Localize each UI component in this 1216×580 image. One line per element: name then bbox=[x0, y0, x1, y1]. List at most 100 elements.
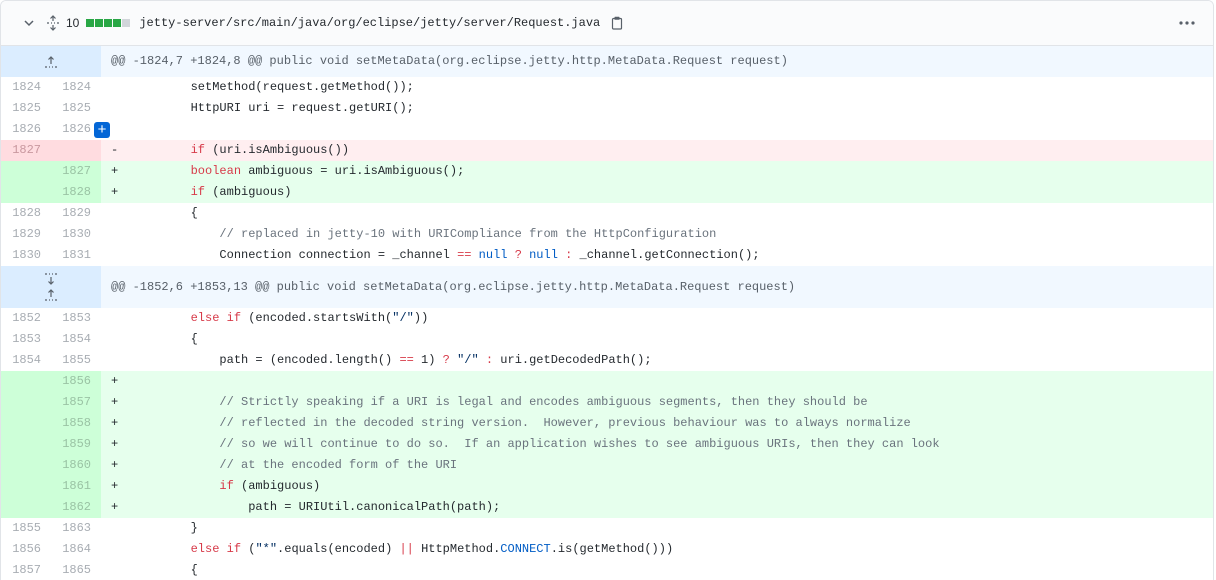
new-line-number[interactable]: 1830 bbox=[51, 224, 101, 245]
diffstat-block bbox=[104, 19, 113, 27]
new-line-number[interactable]: 1860 bbox=[51, 455, 101, 476]
new-line-number[interactable]: 1824 bbox=[51, 77, 101, 98]
diffstat-block bbox=[95, 19, 104, 27]
code-text: path = (encoded.length() == 1) ? "/" : u… bbox=[133, 353, 652, 367]
new-line-number[interactable]: 1854 bbox=[51, 329, 101, 350]
code-text: else if (encoded.startsWith("/")) bbox=[190, 311, 429, 325]
new-line-number[interactable]: 1827 bbox=[51, 161, 101, 182]
old-line-number[interactable]: 1826 bbox=[1, 119, 51, 140]
code-text: // Strictly speaking if a URI is legal a… bbox=[219, 395, 868, 409]
old-line-number[interactable] bbox=[1, 455, 51, 476]
code-text: // at the encoded form of the URI bbox=[219, 458, 458, 472]
code-text: boolean ambiguous = uri.isAmbiguous(); bbox=[190, 164, 465, 178]
diff-line-add: 1828 + if (ambiguous) bbox=[1, 182, 1213, 203]
new-line-number[interactable]: 1828 bbox=[51, 182, 101, 203]
code-text: setMethod(request.getMethod()); bbox=[133, 80, 414, 94]
old-line-number[interactable] bbox=[1, 434, 51, 455]
diff-line-add: 1859 + // so we will continue to do so. I… bbox=[1, 434, 1213, 455]
code-line: + bbox=[101, 371, 1213, 392]
old-line-number[interactable]: 1852 bbox=[1, 308, 51, 329]
change-count: 10 bbox=[66, 16, 80, 30]
old-line-number[interactable]: 1824 bbox=[1, 77, 51, 98]
code-line: } bbox=[101, 518, 1213, 539]
kebab-menu-icon[interactable] bbox=[1179, 15, 1195, 31]
diff-line-add: 1858 + // reflected in the decoded string… bbox=[1, 413, 1213, 434]
new-line-number[interactable]: 1826 + bbox=[51, 119, 110, 140]
code-text: // replaced in jetty-10 with URIComplian… bbox=[219, 227, 717, 241]
new-line-number[interactable]: 1861 bbox=[51, 476, 101, 497]
old-line-number[interactable] bbox=[1, 413, 51, 434]
diff-line-del: 1827 - if (uri.isAmbiguous()) bbox=[1, 140, 1213, 161]
diff-line-ctx: 1825 1825 HttpURI uri = request.getURI(); bbox=[1, 98, 1213, 119]
diff-line-add: 1860 + // at the encoded form of the URI bbox=[1, 455, 1213, 476]
new-line-number[interactable]: 1831 bbox=[51, 245, 101, 266]
diff-sign: - bbox=[111, 143, 119, 157]
diff-line-add: 1862 + path = URIUtil.canonicalPath(path)… bbox=[1, 497, 1213, 518]
new-line-number[interactable] bbox=[51, 140, 101, 161]
old-line-number[interactable]: 1853 bbox=[1, 329, 51, 350]
old-line-number[interactable] bbox=[1, 497, 51, 518]
file-header: 10 jetty-server/src/main/java/org/eclips… bbox=[1, 1, 1213, 46]
collapse-chevron-icon[interactable] bbox=[22, 16, 36, 30]
old-line-number[interactable]: 1827 bbox=[1, 140, 51, 161]
new-line-number[interactable]: 1855 bbox=[51, 350, 101, 371]
diffstat-block bbox=[122, 19, 131, 27]
code-line: + // reflected in the decoded string ver… bbox=[101, 413, 1213, 434]
hunk-header-text: @@ -1852,6 +1853,13 @@ public void setMe… bbox=[101, 266, 1213, 308]
code-text: Connection connection = _channel == null… bbox=[133, 248, 760, 262]
old-line-number[interactable]: 1857 bbox=[1, 560, 51, 580]
old-line-number[interactable]: 1829 bbox=[1, 224, 51, 245]
copy-path-clipboard-icon[interactable] bbox=[610, 15, 624, 31]
code-text: else if ("*".equals(encoded) || HttpMeth… bbox=[190, 542, 674, 556]
old-line-number[interactable]: 1854 bbox=[1, 350, 51, 371]
diff-sign: + bbox=[111, 458, 119, 472]
code-line: path = (encoded.length() == 1) ? "/" : u… bbox=[101, 350, 1213, 371]
new-line-number[interactable]: 1859 bbox=[51, 434, 101, 455]
expand-both-button[interactable] bbox=[1, 266, 101, 308]
old-line-number[interactable] bbox=[1, 476, 51, 497]
old-line-number[interactable] bbox=[1, 371, 51, 392]
diff-sign: + bbox=[111, 500, 119, 514]
diff-line-add: 1861 + if (ambiguous) bbox=[1, 476, 1213, 497]
code-text: { bbox=[133, 563, 198, 577]
new-line-number[interactable]: 1864 bbox=[51, 539, 101, 560]
old-line-number[interactable]: 1856 bbox=[1, 539, 51, 560]
old-line-number[interactable] bbox=[1, 392, 51, 413]
new-line-number[interactable]: 1863 bbox=[51, 518, 101, 539]
file-path[interactable]: jetty-server/src/main/java/org/eclipse/j… bbox=[139, 16, 600, 30]
code-line: { bbox=[101, 329, 1213, 350]
expand-up-icon bbox=[44, 287, 58, 303]
new-line-number[interactable]: 1853 bbox=[51, 308, 101, 329]
code-line: HttpURI uri = request.getURI(); bbox=[101, 98, 1213, 119]
expand-all-icon[interactable] bbox=[46, 15, 60, 31]
expand-up-button[interactable] bbox=[1, 46, 101, 77]
diff-file: 10 jetty-server/src/main/java/org/eclips… bbox=[0, 0, 1214, 580]
new-line-number[interactable]: 1865 bbox=[51, 560, 101, 580]
code-line: else if (encoded.startsWith("/")) bbox=[101, 308, 1213, 329]
code-line: - if (uri.isAmbiguous()) bbox=[101, 140, 1213, 161]
old-line-number[interactable] bbox=[1, 182, 51, 203]
new-line-number[interactable]: 1825 bbox=[51, 98, 101, 119]
code-line bbox=[101, 119, 1213, 140]
old-line-number[interactable] bbox=[1, 161, 51, 182]
diff-sign: + bbox=[111, 479, 119, 493]
new-line-number[interactable]: 1856 bbox=[51, 371, 101, 392]
new-line-number[interactable]: 1829 bbox=[51, 203, 101, 224]
old-line-number[interactable]: 1828 bbox=[1, 203, 51, 224]
code-text: if (ambiguous) bbox=[190, 185, 292, 199]
hunk-header-row: @@ -1824,7 +1824,8 @@ public void setMet… bbox=[1, 46, 1213, 77]
new-line-number[interactable]: 1857 bbox=[51, 392, 101, 413]
code-line: + // Strictly speaking if a URI is legal… bbox=[101, 392, 1213, 413]
old-line-number[interactable]: 1825 bbox=[1, 98, 51, 119]
diff-line-ctx: 1853 1854 { bbox=[1, 329, 1213, 350]
code-line: + path = URIUtil.canonicalPath(path); bbox=[101, 497, 1213, 518]
code-text: } bbox=[133, 521, 198, 535]
code-text: if (ambiguous) bbox=[219, 479, 321, 493]
add-comment-plus-icon[interactable]: + bbox=[94, 122, 110, 138]
new-line-number[interactable]: 1858 bbox=[51, 413, 101, 434]
old-line-number[interactable]: 1855 bbox=[1, 518, 51, 539]
new-line-number[interactable]: 1862 bbox=[51, 497, 101, 518]
old-line-number[interactable]: 1830 bbox=[1, 245, 51, 266]
diffstat-blocks bbox=[86, 19, 131, 27]
diff-sign: + bbox=[111, 185, 119, 199]
